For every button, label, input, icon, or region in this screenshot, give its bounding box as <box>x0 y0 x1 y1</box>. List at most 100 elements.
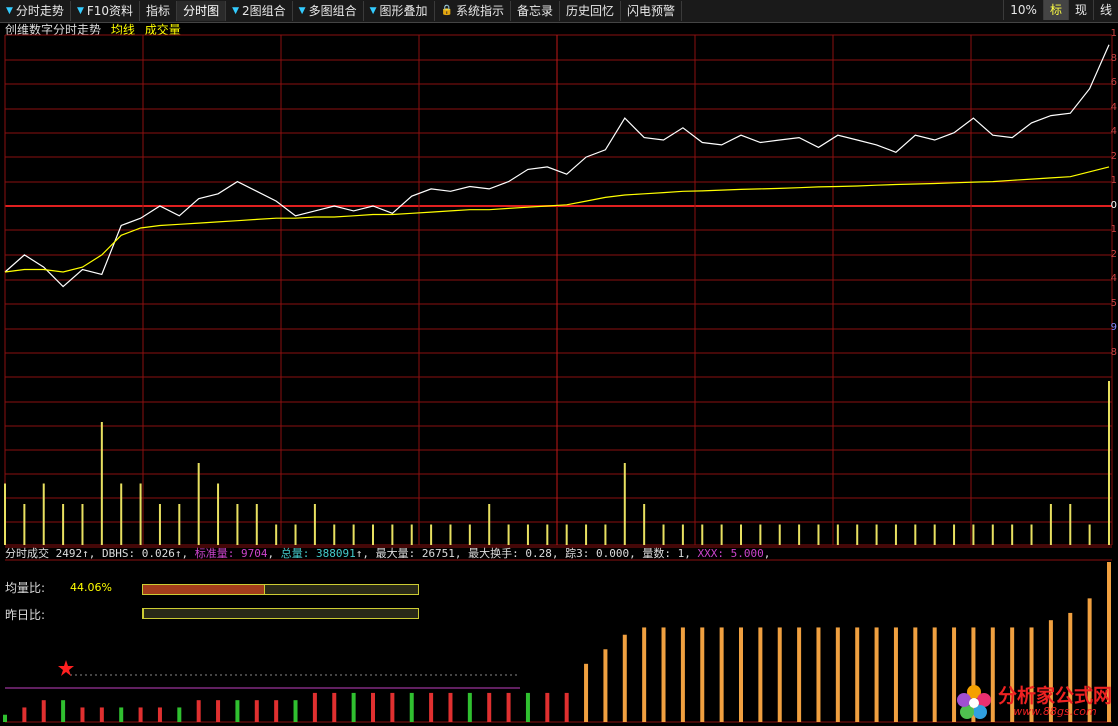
volume-bar <box>81 504 84 545</box>
ratio-bar <box>642 627 647 722</box>
ratio-bar <box>680 627 685 722</box>
volume-bar <box>294 524 297 545</box>
ratio-bar <box>700 627 705 722</box>
ratio-bar <box>293 700 298 722</box>
volume-bar <box>468 524 471 545</box>
volume-bar <box>817 524 820 545</box>
ratio-bar <box>506 692 511 722</box>
volume-bar <box>430 524 433 545</box>
ratio-bar <box>661 627 666 722</box>
ratio-bar <box>584 663 589 722</box>
volume-bar <box>507 524 510 545</box>
status-part-1: ↑, DBHS: 0.026 <box>82 547 175 560</box>
ratio-bar <box>758 627 763 722</box>
zuori-label: 昨日比: <box>5 608 46 622</box>
volume-bar <box>255 504 258 545</box>
ratio-bar <box>3 714 7 722</box>
right-axis-tick: 6 <box>1110 77 1117 88</box>
zuori-bar <box>142 608 419 619</box>
flower-icon <box>956 685 991 719</box>
volume-bar <box>488 504 491 545</box>
right-axis-tick: 2 <box>1110 150 1117 162</box>
ratio-bar <box>99 707 104 722</box>
status-part-4: , <box>267 547 281 560</box>
zuori-bar-fill <box>143 609 144 618</box>
ratio-bar <box>487 692 492 722</box>
volume-bar <box>623 463 626 545</box>
ratio-bar <box>235 700 240 722</box>
status-part-8: , <box>763 547 771 560</box>
volume-bar <box>449 524 452 545</box>
ratio-bar <box>177 707 182 722</box>
volume-bar <box>391 524 394 545</box>
ratio-bar <box>467 692 472 722</box>
volume-bar <box>139 483 142 545</box>
ratio-bar <box>835 627 840 722</box>
volume-bar <box>23 504 26 545</box>
junliang-label: 均量比: <box>5 581 46 595</box>
volume-bar <box>236 504 239 545</box>
right-axis-tick: 8 <box>1110 346 1117 358</box>
right-axis-tick: 1 <box>1110 175 1117 186</box>
ratio-bar <box>119 707 124 722</box>
volume-bar <box>933 524 936 545</box>
volume-bar <box>1030 524 1033 545</box>
ratio-bar <box>525 692 530 722</box>
ratio-bar <box>409 692 414 722</box>
volume-bar <box>836 524 839 545</box>
ratio-bar <box>797 627 802 722</box>
volume-bar <box>972 524 975 545</box>
volume-bar <box>953 524 956 545</box>
star-icon <box>58 660 74 676</box>
volume-bar <box>914 524 917 545</box>
junliang-bar <box>142 584 419 595</box>
watermark-url: www.88gs.com <box>1013 705 1097 718</box>
status-part-7: XXX: 5.000 <box>697 547 764 560</box>
volume-bar <box>352 524 355 545</box>
ratio-bar <box>351 692 356 722</box>
volume-bar <box>991 524 994 545</box>
ratio-bar <box>41 700 46 722</box>
ratio-bar <box>390 692 395 722</box>
ratio-bar <box>564 692 569 722</box>
ratio-bar <box>816 627 821 722</box>
volume-bar <box>1088 524 1091 545</box>
status-part-2: ↑, <box>174 547 195 560</box>
volume-bar <box>178 504 181 545</box>
volume-bar <box>372 524 374 545</box>
status-part-0: 分时成交 2492 <box>5 547 83 560</box>
junliang-bar-fill <box>143 585 266 594</box>
right-axis-tick: 0 <box>1110 199 1117 211</box>
status-part-6: ↑, 最大量: 26751, 最大换手: 0.28, 踪3: 0.000, 量数… <box>355 547 698 560</box>
ratio-bar <box>61 700 66 722</box>
ratio-bar <box>254 700 259 722</box>
status-line: 分时成交 2492↑, DBHS: 0.026↑, 标准量: 9704, 总量:… <box>5 545 770 561</box>
right-axis-tick: 1 <box>1110 224 1117 235</box>
ratio-bar <box>274 700 279 722</box>
ratio-bar <box>874 627 879 722</box>
ratio-bar <box>138 707 143 722</box>
volume-bar <box>526 524 529 545</box>
volume-bar <box>1049 504 1052 545</box>
volume-bar <box>681 524 684 545</box>
junliang-value: 44.06% <box>70 581 112 594</box>
volume-bar <box>100 422 103 545</box>
ratio-bar <box>603 649 608 722</box>
right-axis-tick: 4 <box>1110 126 1117 137</box>
volume-bar <box>759 524 762 545</box>
volume-bar <box>313 504 316 545</box>
ratio-bar <box>429 692 434 722</box>
volume-bar <box>197 463 200 545</box>
volume-bar <box>217 483 220 545</box>
volume-bar <box>701 524 704 545</box>
status-part-5: 总量: 388091 <box>280 547 356 560</box>
volume-bar <box>158 504 161 545</box>
volume-bar <box>894 524 897 545</box>
ratio-bar <box>448 692 453 722</box>
ratio-bar <box>719 627 724 722</box>
ratio-bar <box>216 700 221 722</box>
right-axis-tick: 2 <box>1110 248 1117 260</box>
ratio-bar <box>157 707 162 722</box>
right-axis-tick: 8 <box>1110 52 1117 64</box>
ratio-bar <box>893 627 898 722</box>
